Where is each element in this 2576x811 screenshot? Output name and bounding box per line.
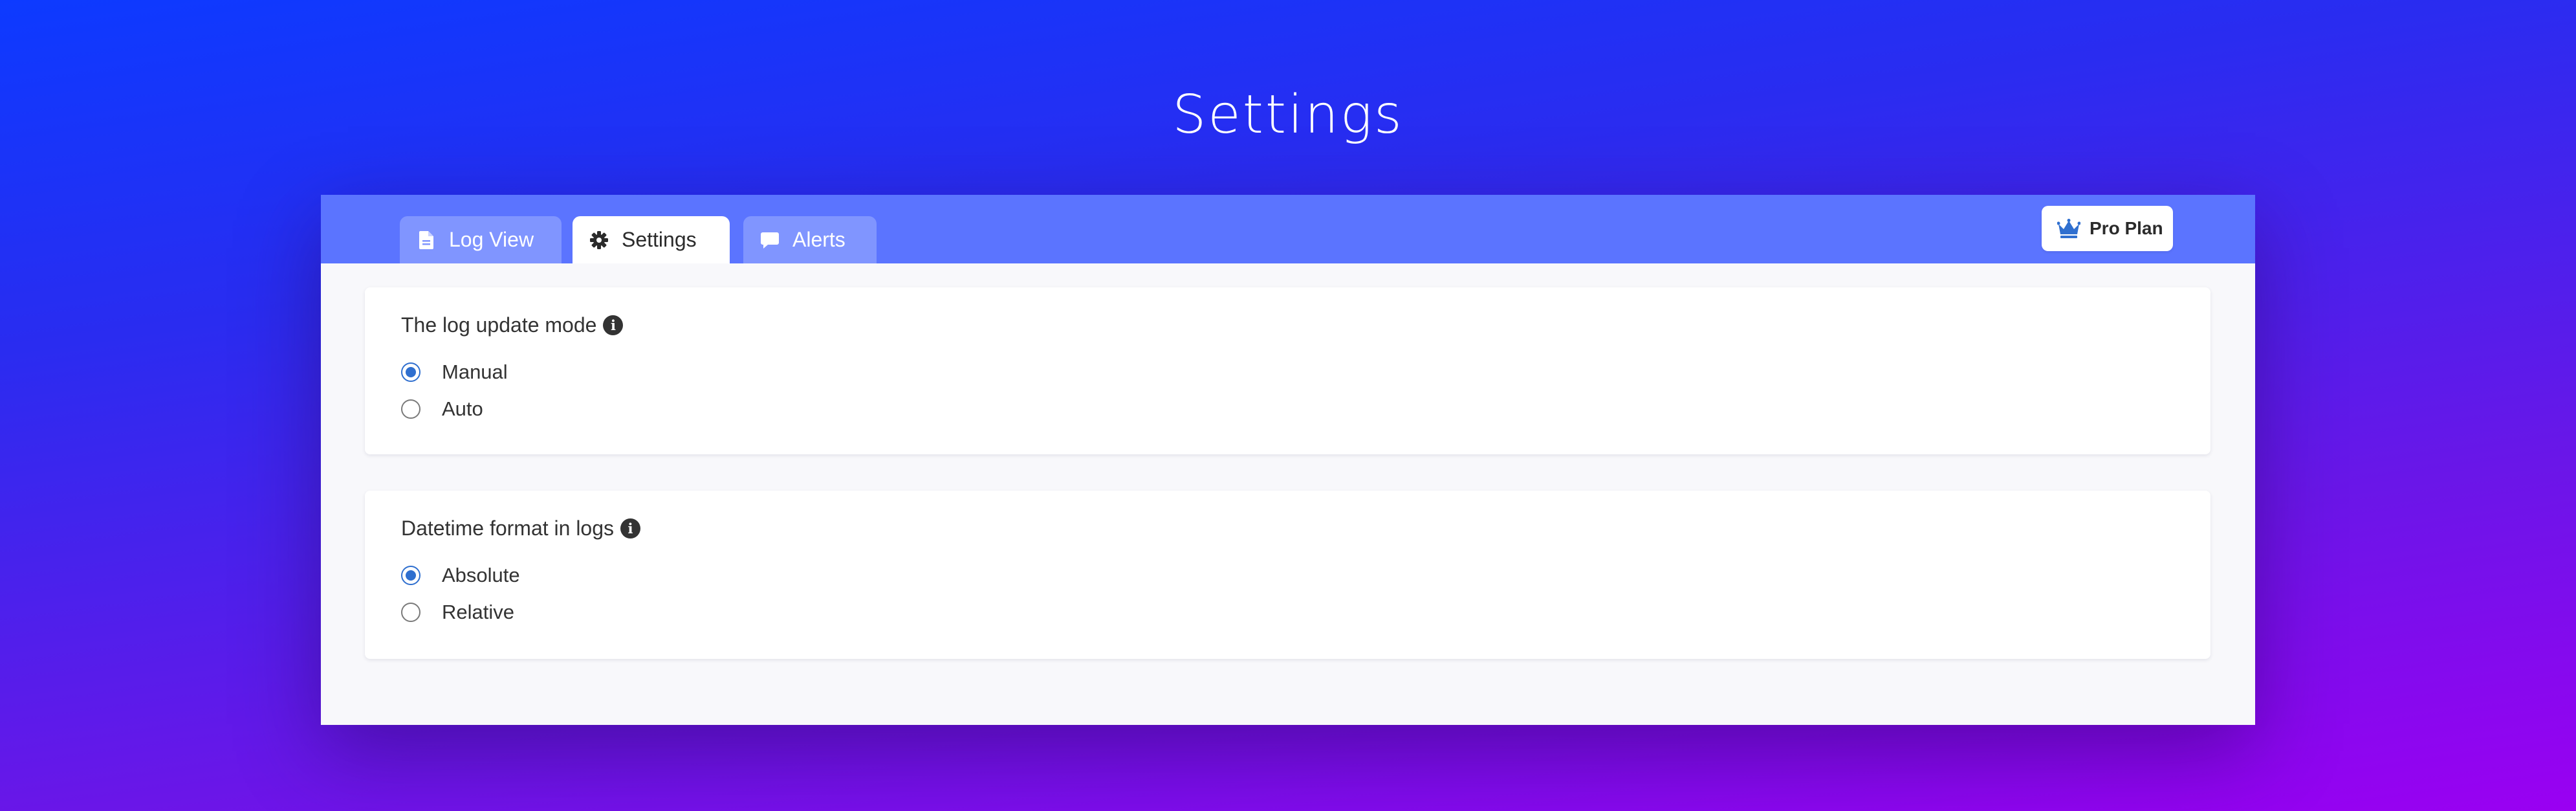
tab-bar: Log View Settings Alerts Pro Plan	[321, 195, 2255, 263]
radio-option-absolute[interactable]: Absolute	[401, 564, 520, 587]
tab-label: Alerts	[792, 228, 846, 251]
tab-settings[interactable]: Settings	[573, 216, 730, 263]
radio-option-relative[interactable]: Relative	[401, 601, 514, 624]
settings-window: Log View Settings Alerts Pro Plan The lo…	[321, 195, 2255, 725]
radio-option-auto[interactable]: Auto	[401, 397, 483, 421]
tab-label: Settings	[622, 228, 697, 251]
radio-button[interactable]	[401, 399, 420, 419]
radio-label: Absolute	[442, 564, 520, 586]
page-title: Settings	[1172, 84, 1404, 146]
section-title-text: The log update mode	[401, 313, 597, 337]
radio-label: Auto	[442, 397, 483, 420]
info-icon[interactable]: i	[603, 315, 624, 335]
radio-button[interactable]	[401, 603, 420, 622]
pro-plan-label: Pro Plan	[2090, 218, 2163, 238]
tab-log-view[interactable]: Log View	[400, 216, 562, 263]
document-icon	[417, 230, 436, 250]
section-title: Datetime format in logs i	[401, 515, 641, 541]
datetime-format-card: Datetime format in logs i Absolute Relat…	[365, 491, 2210, 659]
radio-label: Relative	[442, 601, 514, 623]
log-update-mode-card: The log update mode i Manual Auto	[365, 287, 2210, 454]
radio-option-manual[interactable]: Manual	[401, 361, 508, 384]
section-title: The log update mode i	[401, 312, 624, 338]
radio-button[interactable]	[401, 362, 420, 382]
radio-button[interactable]	[401, 566, 420, 585]
pro-plan-button[interactable]: Pro Plan	[2042, 206, 2173, 251]
tab-label: Log View	[449, 228, 534, 251]
info-icon[interactable]: i	[620, 518, 641, 539]
comment-icon	[760, 230, 780, 250]
section-title-text: Datetime format in logs	[401, 517, 615, 540]
crown-icon	[2057, 219, 2081, 238]
tab-alerts[interactable]: Alerts	[743, 216, 877, 263]
radio-label: Manual	[442, 361, 508, 383]
gear-icon	[589, 230, 609, 250]
